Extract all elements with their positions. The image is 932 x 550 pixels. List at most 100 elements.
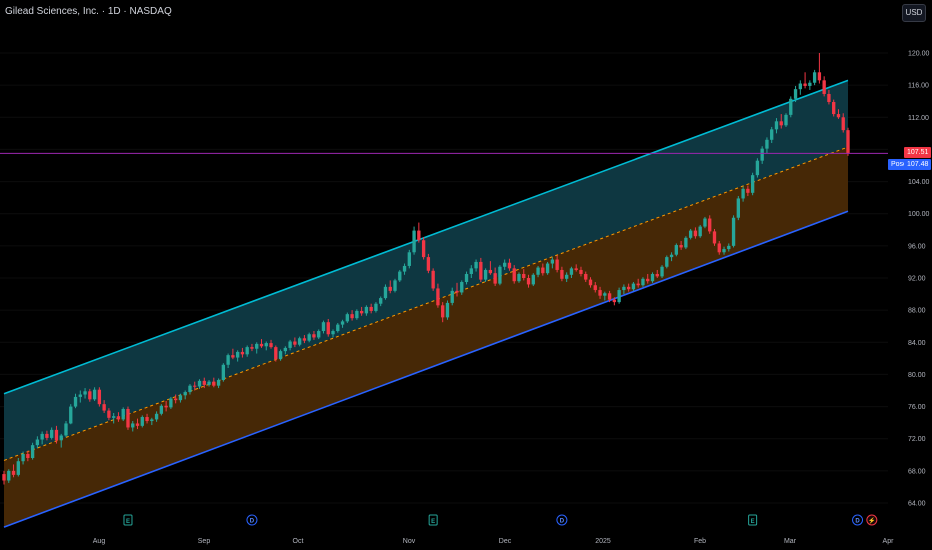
candle-body (45, 433, 49, 438)
event-dividend-icon[interactable]: D (852, 514, 864, 526)
candle-body (35, 439, 40, 446)
candle-body (626, 286, 631, 290)
candle-body (841, 117, 845, 131)
candle-body (545, 263, 550, 274)
candle-body (388, 286, 392, 291)
event-earnings-icon[interactable]: E (428, 514, 438, 526)
candle-body (383, 286, 388, 299)
candle-body (212, 381, 216, 386)
candle-body (150, 419, 154, 422)
candle-body (393, 280, 397, 291)
dividend-badge-label: D (855, 519, 860, 525)
earnings-badge-label: E (751, 519, 755, 525)
candle-body (574, 268, 578, 270)
event-earnings-icon[interactable]: E (123, 514, 133, 526)
candle-body (321, 322, 326, 332)
candle-body (11, 470, 16, 475)
event-split-icon[interactable]: ⚡ (866, 514, 878, 526)
candle-body (612, 299, 617, 303)
candle-body (617, 290, 621, 303)
candle-body (131, 423, 135, 428)
candle (703, 216, 707, 229)
candle-body (803, 83, 807, 86)
candle-body (50, 429, 54, 438)
candle-body (526, 278, 531, 285)
candle-body (231, 355, 235, 358)
candle-body (183, 392, 187, 396)
candle-body (684, 237, 688, 248)
candle-body (812, 72, 817, 83)
candle-body (488, 269, 493, 274)
event-dividend-icon[interactable]: D (246, 514, 258, 526)
y-tick-label: 112.00 (908, 115, 929, 122)
candle-body (283, 347, 288, 352)
candle-body (121, 408, 125, 420)
candle-body (97, 389, 102, 405)
candle (798, 80, 802, 95)
candle-body (312, 334, 316, 338)
candle (221, 363, 226, 382)
candle-body (793, 89, 798, 99)
event-dividend-icon[interactable]: D (556, 514, 568, 526)
candle (407, 249, 411, 269)
candle-body (464, 273, 469, 283)
candle-body (564, 274, 569, 279)
candle-body (703, 218, 707, 227)
candle-body (717, 243, 721, 253)
candle-body (240, 351, 245, 355)
candle-body (7, 470, 11, 481)
candle-body (102, 404, 106, 411)
candle-body (536, 267, 540, 275)
y-tick-label: 68.00 (908, 468, 926, 475)
candle-body (336, 324, 340, 332)
candle-body (407, 252, 411, 266)
candle-body (603, 293, 607, 296)
candle-body (288, 341, 292, 348)
candle-body (269, 343, 273, 348)
candle-body (331, 331, 335, 335)
candle (660, 265, 664, 278)
candle (674, 243, 679, 257)
chart-canvas: E D E D E D ⚡ 64.00 68.00 72.00 76.00 80.00 84.00 88… (0, 51, 930, 545)
candle-body (541, 267, 545, 274)
candle-body (16, 461, 20, 475)
candle-body (154, 413, 159, 420)
candle-body (278, 351, 283, 360)
candle-body (302, 338, 307, 341)
earnings-badge-label: E (431, 519, 435, 525)
x-tick-label: Mar (784, 538, 797, 545)
candle-body (483, 269, 488, 280)
candle (169, 396, 173, 409)
candle-body (736, 198, 740, 218)
candle-body (197, 380, 202, 387)
candle (69, 404, 73, 425)
candle (846, 127, 850, 156)
candle-body (326, 322, 330, 335)
candle-body (207, 381, 211, 385)
event-earnings-icon[interactable]: E (748, 514, 758, 526)
currency-button[interactable]: USD (902, 4, 926, 22)
candle (784, 113, 788, 127)
candle-body (293, 341, 297, 345)
candle-body (26, 453, 30, 458)
candle (817, 53, 822, 84)
candle (97, 387, 102, 407)
candle-body (188, 385, 192, 393)
candle-body (679, 245, 683, 248)
candle (417, 222, 421, 243)
y-axis[interactable]: 64.00 68.00 72.00 76.00 80.00 84.00 88.00 92.00… (908, 51, 930, 508)
candle-body (493, 273, 497, 284)
candle-body (598, 290, 602, 296)
candle-body (674, 245, 679, 255)
candle-body (2, 474, 6, 481)
candle-body (173, 398, 178, 401)
candle-body (40, 433, 44, 440)
event-markers[interactable]: E D E D E D ⚡ (123, 514, 878, 526)
candle-body (379, 298, 383, 304)
candle-body (750, 175, 755, 193)
x-axis[interactable]: Aug Sep Oct Nov Dec 2025 Feb Mar Apr (93, 538, 894, 545)
candle (750, 172, 755, 196)
candle-body (846, 130, 850, 154)
candle-body (479, 261, 483, 280)
candle-body (340, 321, 345, 325)
